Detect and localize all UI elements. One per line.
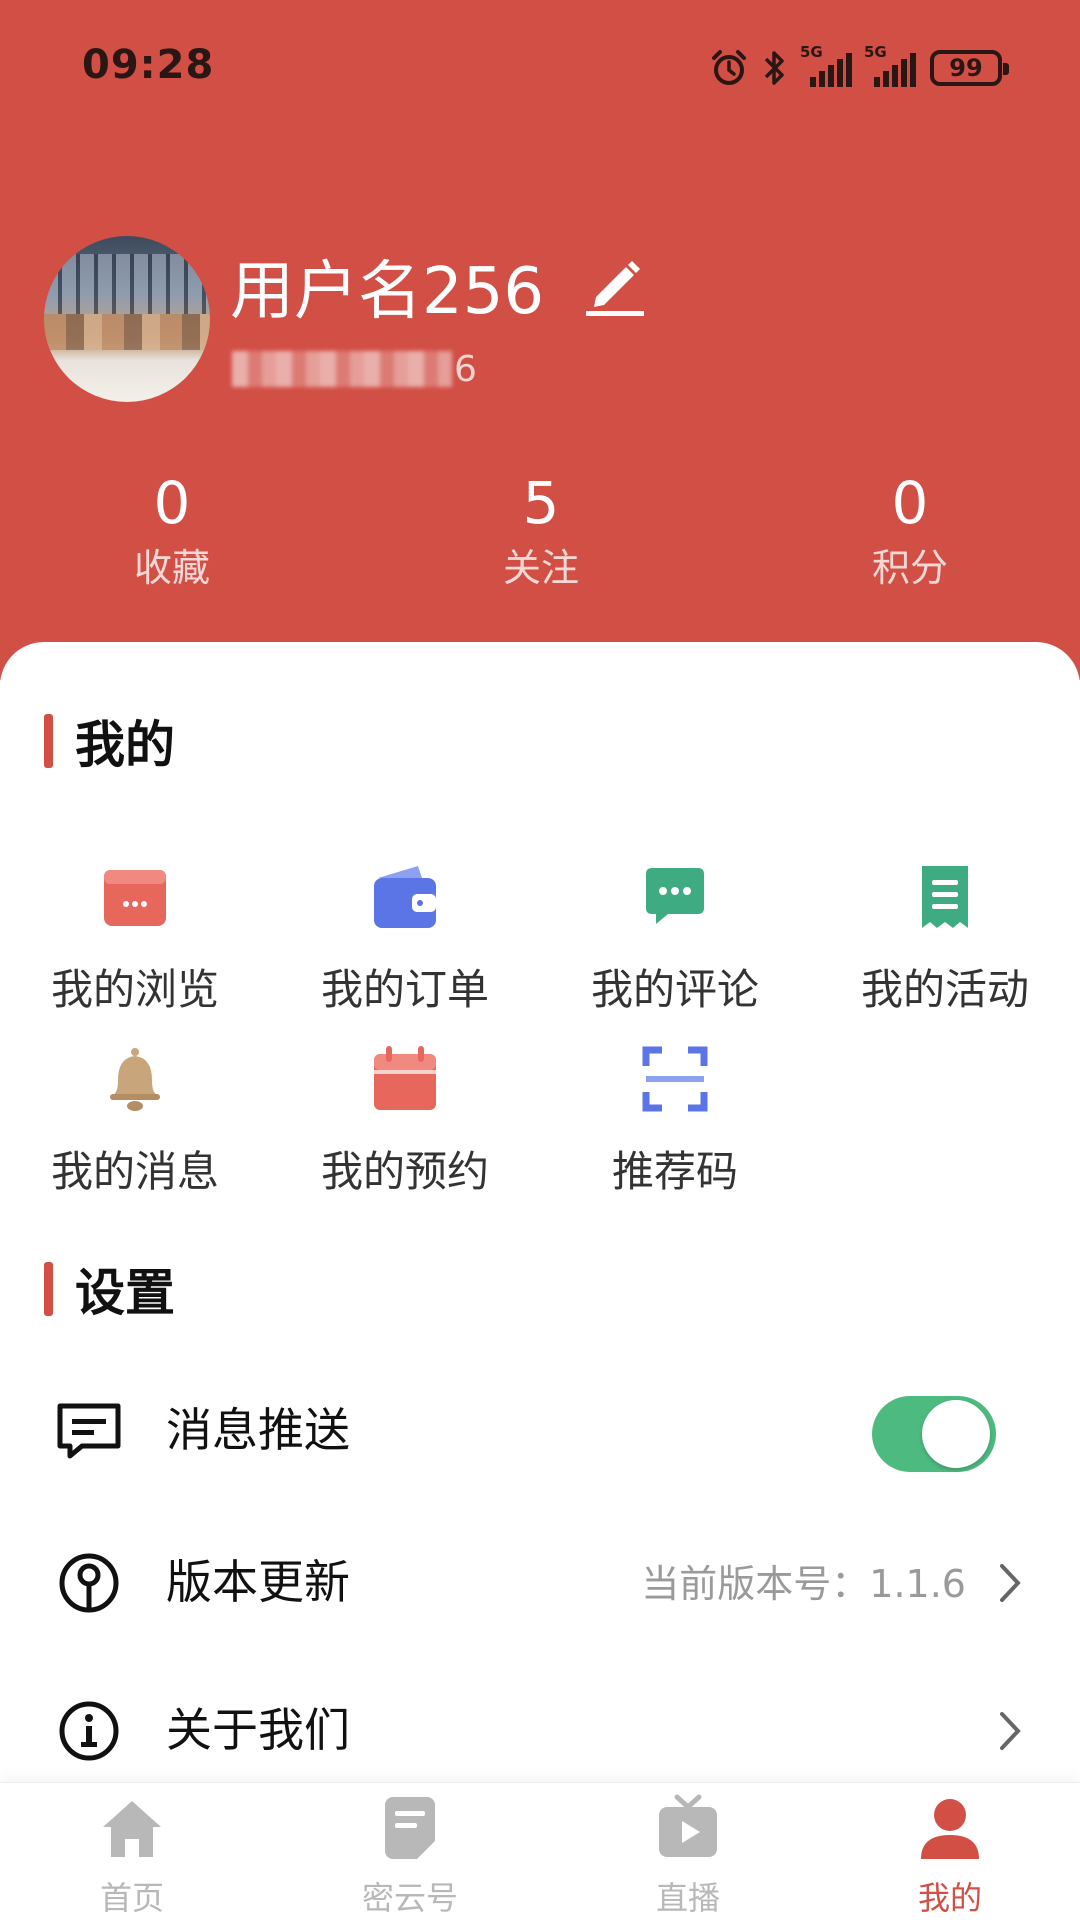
grid-item-activities[interactable]: 我的活动 xyxy=(830,862,1060,1017)
profile-header: 09:28 5G 5G 99 用户名256 6 0 收藏 5 关注 0 积分 xyxy=(0,0,1080,680)
nav-item-mine[interactable]: 我的 xyxy=(850,1793,1050,1919)
nav-label: 我的 xyxy=(917,1879,982,1917)
section-marker xyxy=(44,1262,53,1316)
grid-item-label: 我的评论 xyxy=(590,965,759,1014)
grid-item-label: 我的订单 xyxy=(320,965,489,1014)
update-icon xyxy=(59,1553,119,1613)
content-card: 我的 我的浏览 我的订单 我的评论 我的活动 我的消息 我的预约 推荐码 设置 … xyxy=(0,642,1080,1782)
grid-item-referral-code[interactable]: 推荐码 xyxy=(560,1044,790,1199)
bluetooth-icon xyxy=(764,51,784,85)
edit-pencil-icon[interactable] xyxy=(582,253,648,319)
section-marker xyxy=(44,714,53,768)
signal-icon-2: 5G xyxy=(864,43,916,87)
grid-item-label: 我的预约 xyxy=(320,1147,489,1196)
section-title-mine: 我的 xyxy=(44,712,175,774)
username-row: 用户名256 xyxy=(230,246,648,329)
person-icon xyxy=(921,1799,979,1859)
setting-label: 关于我们 xyxy=(166,1703,350,1757)
phone-number: 6 xyxy=(232,344,477,394)
grid-item-browse[interactable]: 我的浏览 xyxy=(20,862,250,1017)
grid-item-messages[interactable]: 我的消息 xyxy=(20,1044,250,1199)
scan-code-icon xyxy=(642,1046,708,1112)
status-time: 09:28 xyxy=(82,42,215,88)
section-title-text: 我的 xyxy=(75,716,175,774)
tv-play-icon xyxy=(659,1794,717,1857)
browse-card-icon xyxy=(104,870,166,926)
setting-label: 版本更新 xyxy=(166,1555,350,1609)
status-icons: 5G 5G 99 xyxy=(710,43,1009,90)
toggle-knob xyxy=(922,1400,990,1468)
grid-item-comments[interactable]: 我的评论 xyxy=(560,862,790,1017)
setting-row-update[interactable]: 版本更新 当前版本号：1.1.6 xyxy=(0,1528,1080,1638)
nav-label: 首页 xyxy=(99,1879,164,1917)
grid-item-label: 推荐码 xyxy=(611,1147,738,1196)
push-toggle[interactable] xyxy=(872,1396,996,1472)
stat-value: 5 xyxy=(522,469,560,537)
receipt-icon xyxy=(922,866,968,928)
battery-level: 99 xyxy=(949,54,983,82)
nav-item-home[interactable]: 首页 xyxy=(32,1793,232,1919)
network-label-2: 5G xyxy=(864,43,887,61)
grid-item-orders[interactable]: 我的订单 xyxy=(290,862,520,1017)
signal-icon-1: 5G xyxy=(800,43,852,87)
nav-label: 直播 xyxy=(655,1879,720,1917)
grid-item-label: 我的消息 xyxy=(50,1147,219,1196)
alarm-icon xyxy=(712,50,746,85)
message-icon xyxy=(57,1403,121,1459)
home-icon xyxy=(103,1801,161,1857)
stat-following[interactable]: 5 关注 xyxy=(441,470,641,596)
setting-row-push[interactable]: 消息推送 xyxy=(0,1376,1080,1486)
info-icon xyxy=(59,1701,119,1761)
status-bar: 09:28 5G 5G 99 xyxy=(0,0,1080,136)
battery-icon: 99 xyxy=(930,50,1009,86)
calendar-icon xyxy=(374,1046,436,1110)
stat-value: 0 xyxy=(153,469,191,537)
phone-mask xyxy=(232,351,452,387)
setting-row-about[interactable]: 关于我们 xyxy=(0,1676,1080,1786)
chevron-right-icon xyxy=(1000,1712,1021,1750)
comment-bubble-icon xyxy=(646,868,704,924)
avatar[interactable] xyxy=(44,236,210,402)
document-icon xyxy=(385,1797,435,1859)
username: 用户名256 xyxy=(230,255,545,329)
section-title-text: 设置 xyxy=(75,1264,175,1322)
stat-label: 收藏 xyxy=(133,546,210,590)
stat-favorites[interactable]: 0 收藏 xyxy=(72,470,272,596)
nav-item-live[interactable]: 直播 xyxy=(588,1793,788,1919)
stats-row: 0 收藏 5 关注 0 积分 xyxy=(0,470,1080,600)
stat-label: 关注 xyxy=(502,546,579,590)
grid-item-label: 我的活动 xyxy=(860,965,1029,1014)
wallet-icon xyxy=(374,866,436,928)
stat-label: 积分 xyxy=(871,546,948,590)
stat-value: 0 xyxy=(891,469,929,537)
grid-item-label: 我的浏览 xyxy=(50,965,219,1014)
phone-suffix: 6 xyxy=(454,348,477,390)
setting-label: 消息推送 xyxy=(166,1403,350,1457)
network-label-1: 5G xyxy=(800,43,823,61)
nav-item-miyun[interactable]: 密云号 xyxy=(310,1793,510,1919)
nav-label: 密云号 xyxy=(361,1879,458,1917)
bottom-nav: 首页 密云号 直播 我的 xyxy=(0,1782,1080,1920)
section-title-settings-row: 设置 xyxy=(44,1260,175,1322)
bell-icon xyxy=(110,1048,160,1111)
stat-points[interactable]: 0 积分 xyxy=(810,470,1010,596)
grid-item-reservations[interactable]: 我的预约 xyxy=(290,1044,520,1199)
version-value: 当前版本号：1.1.6 xyxy=(641,1562,966,1606)
chevron-right-icon xyxy=(1000,1564,1021,1602)
